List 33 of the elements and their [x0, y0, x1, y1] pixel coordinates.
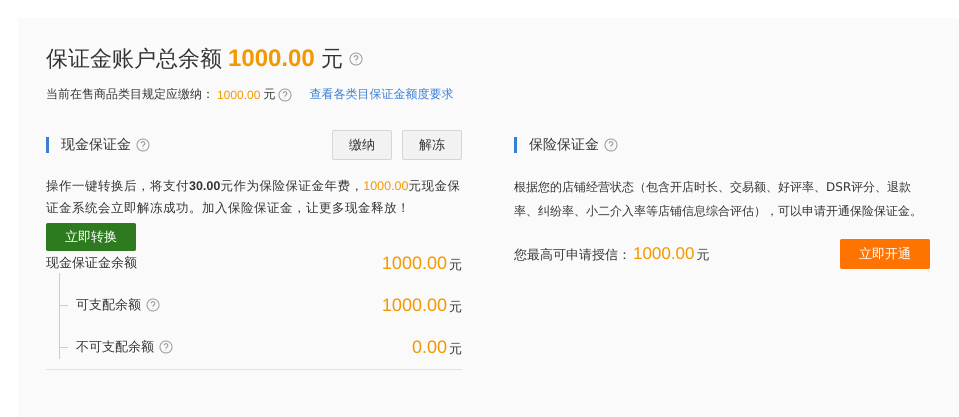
credit-label: 您最高可申请授信： [514, 247, 631, 264]
unit: 元 [449, 298, 462, 316]
help-icon[interactable] [136, 138, 150, 152]
balance-label: 现金保证金余额 [46, 255, 137, 272]
help-icon[interactable] [146, 298, 160, 312]
unit: 元 [449, 256, 462, 274]
conversion-description: 操作一键转换后，将支付30.00元作为保险保证金年费，1000.00元现金保证金系统会立即解冻成功。加入保险保证金，让更多现金释放！ [46, 177, 462, 217]
amount: 1000.00 [382, 252, 447, 274]
unit: 元 [320, 46, 343, 74]
help-icon[interactable] [159, 340, 173, 354]
unit: 元 [449, 340, 462, 358]
help-icon[interactable] [604, 138, 618, 152]
balance-label: 可支配余额 [76, 297, 141, 314]
action-button[interactable]: 解冻 [402, 130, 462, 160]
requirements-link[interactable]: 查看各类目保证金额度要求 [309, 86, 454, 103]
unit: 元 [263, 86, 276, 103]
balance-label: 不可支配余额 [76, 339, 154, 356]
help-icon[interactable] [348, 52, 363, 66]
page-title: 保证金账户总余额 [46, 46, 222, 74]
required-amount: 1000.00 [217, 88, 260, 102]
unit: 元 [696, 247, 710, 264]
section-title: 现金保证金 [61, 136, 131, 154]
section-title: 保险保证金 [529, 136, 599, 154]
amount: 1000.00 [382, 294, 447, 316]
action-button[interactable]: 缴纳 [332, 130, 392, 160]
insurance-description: 根据您的店铺经营状态（包含开店时长、交易额、好评率、DSR评分、退款率、纠纷率、小二介入率等店铺信息综合评估），可以申请开通保险保证金。 [514, 179, 923, 220]
help-icon[interactable] [278, 88, 292, 102]
total-amount: 1000.00 [228, 45, 315, 73]
amount: 0.00 [412, 336, 447, 358]
convert-button[interactable]: 立即转换 [46, 223, 136, 251]
open-button[interactable]: 立即开通 [840, 239, 930, 269]
required-label: 当前在售商品类目规定应缴纳： [46, 86, 214, 103]
amount: 1000.00 [633, 244, 694, 264]
